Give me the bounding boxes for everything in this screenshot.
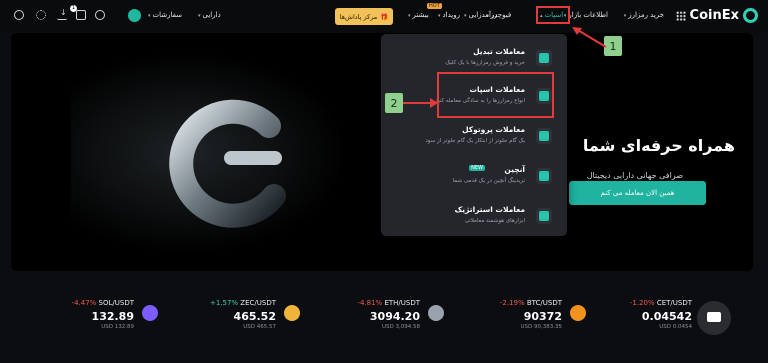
menu-item-title: معاملات تبدیل: [473, 47, 525, 56]
nav-orders[interactable]: ▾ سفارشات: [148, 11, 182, 19]
nav-buy-crypto[interactable]: ▾ خرید رمزارز: [624, 11, 664, 19]
message-icon[interactable]: [76, 10, 86, 20]
ticker-price: 0.04542: [641, 310, 692, 323]
spot-highlight-box: [536, 6, 570, 24]
eth-coin-icon: [428, 305, 444, 321]
ticker-usd: USD 465.57: [243, 324, 276, 330]
sol-coin-icon: [142, 305, 158, 321]
menu-item-protocol[interactable]: معاملات پروتوکل یک گام جلوتر از ابتکار ی…: [381, 120, 567, 154]
ticker-price: 3094.20: [369, 310, 420, 323]
strategy-icon: [536, 208, 552, 224]
chat-support-button[interactable]: [697, 301, 731, 335]
ticker-change: -1.20%: [629, 299, 655, 307]
hero-subtitle: صرافی جهانی دارایی دیجیتال: [586, 171, 683, 180]
coinex-logo-icon: [743, 8, 758, 23]
ticker-pair: CET/USDT: [656, 299, 692, 307]
menu-item-desc: یک گام جلوتر از ابتکار یک گام جلوتر از س…: [425, 138, 525, 144]
top-navbar: CoinEx ▾ خرید رمزارز ▾ اطلاعات بازار ▴ اسپا…: [0, 0, 768, 33]
nav-assets[interactable]: ▾ دارایی: [198, 11, 221, 19]
globe-icon[interactable]: [14, 10, 24, 20]
menu-item-title: آنچین: [504, 165, 525, 174]
menu-item-title: معاملات پروتوکل: [462, 125, 525, 134]
nav-earn[interactable]: ▾ درآمدزایی: [464, 11, 498, 19]
ticker-change: -4.81%: [357, 299, 383, 307]
menu-item-desc: ابزارهای هوشمند معاملاتی: [464, 218, 525, 224]
ticker-symbol: -1.20% CET/USDT: [630, 299, 692, 307]
ticker-usd: USD 90,383.35: [520, 324, 563, 330]
search-icon[interactable]: [95, 10, 105, 20]
brand-name: CoinEx: [689, 8, 739, 23]
ticker-symbol: -4.47% SOL/USDT: [72, 299, 134, 307]
ticker-eth[interactable]: -4.81% ETH/USDT 3094.20 USD 3,094.58: [352, 297, 444, 337]
coinex-logo[interactable]: CoinEx: [690, 8, 758, 23]
ticker-sol[interactable]: -4.47% SOL/USDT 132.89 USD 132.89: [70, 297, 158, 337]
user-avatar[interactable]: [128, 9, 141, 22]
spot-trading-highlight-box: [437, 72, 554, 118]
spot-dropdown-menu: معاملات تبدیل خرید و فروش رمزارزها با یک…: [381, 34, 567, 236]
gift-icon: 🎁: [380, 12, 389, 21]
ticker-change: -4.47%: [71, 299, 97, 307]
ticker-zec[interactable]: +1.57% ZEC/USDT 465.52 USD 465.57: [210, 297, 300, 337]
btc-coin-icon: [570, 305, 586, 321]
step-2-arrow-icon: [403, 98, 438, 108]
ticker-pair: ZEC/USDT: [240, 299, 276, 307]
hot-badge: HOT: [427, 3, 442, 9]
ticker-pair: BTC/USDT: [526, 299, 562, 307]
ticker-usd: USD 0.0454: [659, 324, 692, 330]
menu-item-title: معاملات استراتژیک: [454, 205, 525, 214]
ticker-price: 90372: [523, 310, 562, 323]
menu-item-desc: تریدینگ آنچین در یک قدمی شما: [452, 178, 525, 184]
ticker-change: -2.19%: [499, 299, 525, 307]
theme-sun-icon[interactable]: [36, 10, 46, 20]
hero-title: همراه حرفه‌ای شما: [582, 136, 735, 155]
ticker-change: +1.57%: [209, 299, 239, 307]
menu-item-strategy[interactable]: معاملات استراتژیک ابزارهای هوشمند معاملا…: [381, 200, 567, 234]
ticker-symbol: -2.19% BTC/USDT: [500, 299, 562, 307]
start-trading-button[interactable]: همین الان معامله می کنم: [569, 181, 706, 205]
reward-center-button[interactable]: مرکز پاداش‌ها 🎁: [335, 8, 393, 25]
coinex-3d-logo-icon: [169, 99, 286, 228]
ticker-symbol: +1.57% ZEC/USDT: [210, 299, 276, 307]
menu-item-onchain[interactable]: آنچین NEW تریدینگ آنچین در یک قدمی شما: [381, 160, 567, 194]
reward-label: مرکز پاداش‌ها: [339, 12, 378, 21]
onchain-icon: [536, 168, 552, 184]
menu-item-convert[interactable]: معاملات تبدیل خرید و فروش رمزارزها با یک…: [381, 42, 567, 76]
ticker-symbol: -4.81% ETH/USDT: [357, 299, 420, 307]
ticker-btc[interactable]: -2.19% BTC/USDT 90372 USD 90,383.35: [498, 297, 586, 337]
menu-item-desc: خرید و فروش رمزارزها با یک کلیک: [445, 60, 525, 66]
ticker-usd: USD 3,094.58: [382, 324, 420, 330]
ticker-pair: ETH/USDT: [384, 299, 420, 307]
step-2-marker: 2: [385, 93, 403, 113]
ticker-usd: USD 132.89: [101, 324, 134, 330]
protocol-icon: [536, 128, 552, 144]
nav-more[interactable]: ▾ بیشتر: [408, 11, 429, 19]
nav-market-info[interactable]: ▾ اطلاعات بازار: [564, 11, 608, 19]
zec-coin-icon: [284, 305, 300, 321]
new-badge: NEW: [469, 165, 485, 171]
nav-events[interactable]: ▾ رویداد: [438, 11, 460, 19]
ticker-price: 465.52: [233, 310, 276, 323]
ticker-price: 132.89: [91, 310, 134, 323]
step-1-arrow-icon: [572, 27, 607, 48]
notification-badge: 1: [70, 5, 77, 12]
ticker-pair: SOL/USDT: [98, 299, 134, 307]
apps-grid-icon[interactable]: [676, 11, 686, 21]
download-icon[interactable]: ↓: [57, 8, 67, 20]
convert-icon: [536, 50, 552, 66]
